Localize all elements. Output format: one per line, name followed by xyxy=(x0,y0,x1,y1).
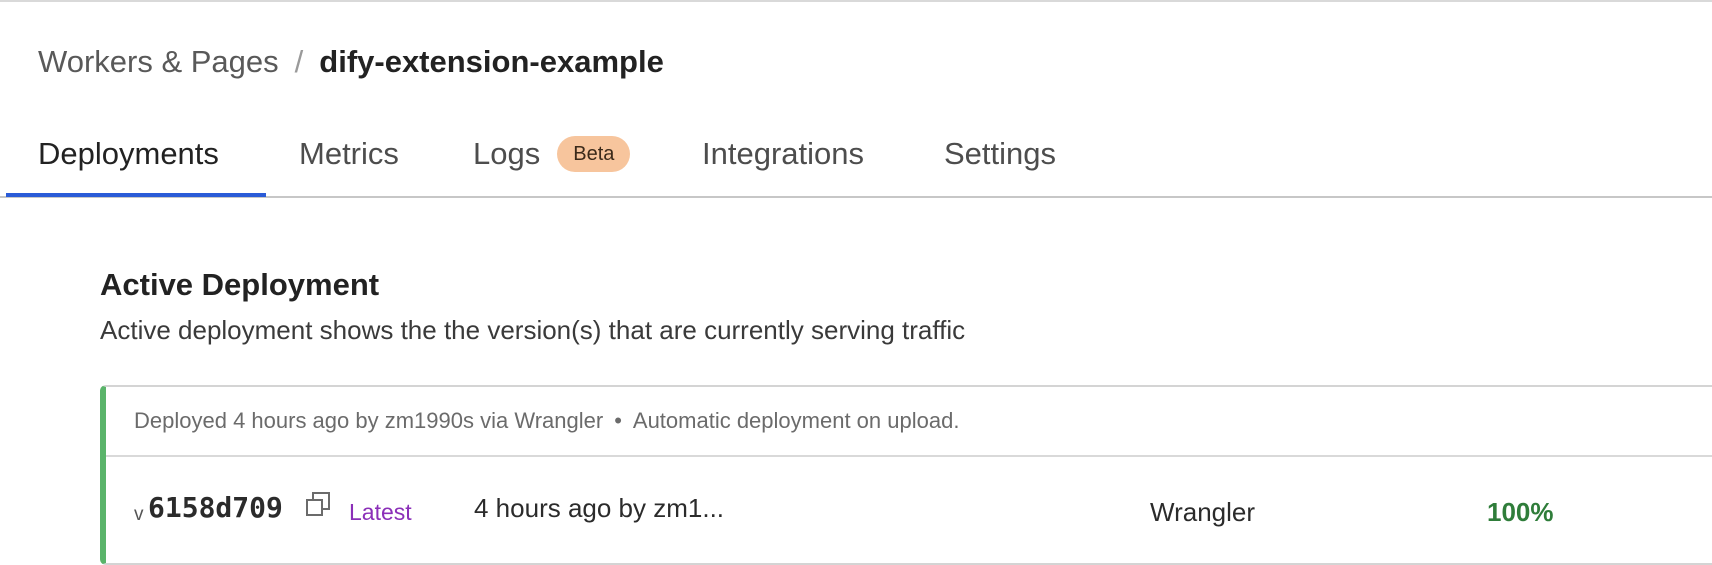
tab-metrics[interactable]: Metrics xyxy=(299,112,399,196)
page-title: dify-extension-example xyxy=(319,44,664,79)
tab-bar: Deployments Metrics Logs Beta Integratio… xyxy=(0,112,1712,198)
version-created-info: 4 hours ago by zm1... xyxy=(474,493,725,523)
tab-integrations-label: Integrations xyxy=(702,136,864,171)
version-source: Wrangler xyxy=(1150,497,1256,527)
section-description: Active deployment shows the the version(… xyxy=(100,315,966,345)
tab-logs[interactable]: Logs Beta xyxy=(473,112,631,196)
breadcrumb-workers-pages-link[interactable]: Workers & Pages xyxy=(38,44,279,80)
active-deployment-card: Deployed 4 hours ago by zm1990s via Wran… xyxy=(100,385,1712,565)
tab-metrics-label: Metrics xyxy=(299,136,399,171)
traffic-percentage: 100% xyxy=(1487,497,1554,527)
tab-integrations[interactable]: Integrations xyxy=(702,112,864,196)
section-title: Active Deployment xyxy=(100,267,380,302)
copy-icon[interactable] xyxy=(304,491,332,519)
latest-tag: Latest xyxy=(349,499,412,525)
tab-settings[interactable]: Settings xyxy=(944,112,1056,196)
deployed-info: Deployed 4 hours ago by zm1990s via Wran… xyxy=(134,408,604,433)
tab-settings-label: Settings xyxy=(944,136,1057,171)
tab-deployments-label: Deployments xyxy=(38,136,219,171)
beta-badge: Beta xyxy=(557,136,631,172)
deployment-note: Automatic deployment on upload. xyxy=(632,408,960,433)
breadcrumb-separator: / xyxy=(294,44,304,79)
active-tab-indicator xyxy=(6,193,266,197)
breadcrumb: Workers & Pages / dify-extension-example xyxy=(38,38,664,86)
tab-deployments[interactable]: Deployments xyxy=(38,112,219,196)
deployment-summary: Deployed 4 hours ago by zm1990s via Wran… xyxy=(106,387,1712,457)
top-divider xyxy=(0,0,1712,2)
bullet-separator: • xyxy=(614,408,622,433)
version-prefix: v xyxy=(134,504,144,525)
version-id: 6158d709 xyxy=(148,491,283,524)
tab-logs-label: Logs xyxy=(473,136,541,171)
